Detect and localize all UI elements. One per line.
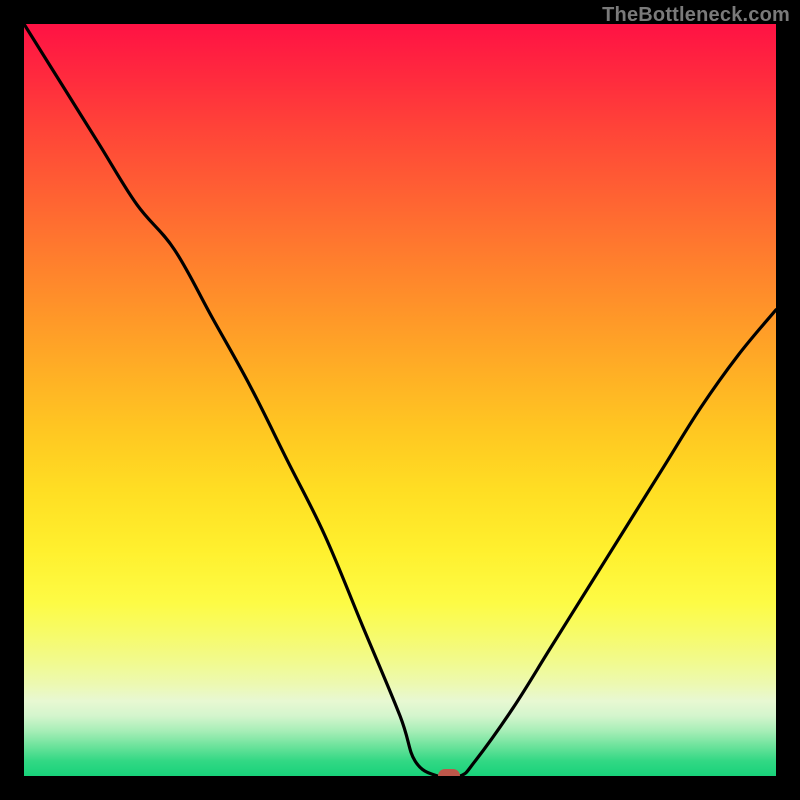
frame-left — [0, 0, 24, 800]
frame-right — [776, 0, 800, 800]
frame-bottom — [0, 776, 800, 800]
bottleneck-curve-line — [24, 24, 776, 776]
plot-area — [24, 24, 776, 776]
watermark-text: TheBottleneck.com — [602, 4, 790, 27]
chart-container: TheBottleneck.com — [0, 0, 800, 800]
optimal-point-marker — [438, 769, 460, 776]
